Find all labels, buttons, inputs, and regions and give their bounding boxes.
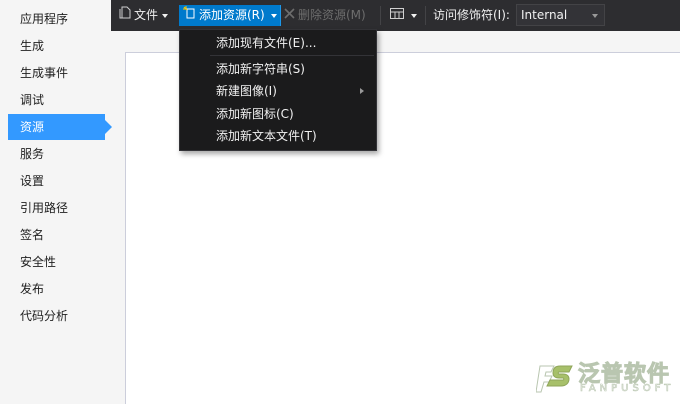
add-resource-label: 添加资源(R) (199, 8, 265, 22)
chevron-down-icon (271, 13, 277, 18)
remove-resource-button[interactable]: 删除资源(M) (284, 5, 366, 26)
access-modifier-value: Internal (521, 8, 568, 22)
menu-separator (210, 55, 374, 56)
sidebar-item-services[interactable]: 服务 (8, 141, 105, 167)
file-category-button[interactable]: 文件 (119, 5, 169, 26)
menu-item-add-existing-file[interactable]: 添加现有文件(E)... (180, 32, 376, 54)
file-category-label: 文件 (134, 8, 159, 22)
menu-item-add-new-string[interactable]: 添加新字符串(S) (180, 58, 376, 80)
add-resource-icon (183, 5, 196, 26)
grid-view-icon (390, 5, 404, 26)
sidebar-item-security[interactable]: 安全性 (8, 249, 105, 275)
sidebar-item-application[interactable]: 应用程序 (8, 6, 105, 32)
watermark: 泛普软件 FANPUSOFT (536, 356, 676, 400)
view-mode-button[interactable] (390, 5, 422, 26)
fs-logo-icon (536, 365, 573, 393)
sidebar-item-build[interactable]: 生成 (8, 33, 105, 59)
toolbar-separator (425, 6, 426, 25)
resource-toolbar: 文件 添加资源(R) 删除资源(M) 访问修饰符(I): Internal (111, 0, 680, 31)
sidebar-item-resources[interactable]: 资源 (8, 114, 112, 140)
menu-item-new-image[interactable]: 新建图像(I) (180, 80, 376, 102)
access-modifier-label: 访问修饰符(I): (433, 8, 510, 22)
chevron-down-icon (162, 13, 169, 18)
menu-item-add-new-text-file[interactable]: 添加新文本文件(T) (180, 125, 376, 147)
add-resource-menu: 添加现有文件(E)... 添加新字符串(S) 新建图像(I) 添加新图标(C) … (179, 29, 377, 151)
toolbar-separator (380, 6, 381, 25)
sidebar-item-signing[interactable]: 签名 (8, 222, 105, 248)
sidebar-item-settings[interactable]: 设置 (8, 168, 105, 194)
sidebar-nav: 应用程序 生成 生成事件 调试 资源 服务 设置 引用路径 签名 安全性 发布 … (0, 0, 112, 404)
sidebar-item-build-events[interactable]: 生成事件 (8, 60, 105, 86)
add-resource-dropdown[interactable] (269, 5, 281, 26)
remove-resource-label: 删除资源(M) (298, 8, 366, 22)
delete-x-icon (284, 5, 295, 26)
sidebar-item-debug[interactable]: 调试 (8, 87, 105, 113)
file-icon (119, 5, 131, 26)
sidebar-item-reference-paths[interactable]: 引用路径 (8, 195, 105, 221)
watermark-subtext: FANPUSOFT (580, 383, 675, 395)
menu-item-add-new-icon[interactable]: 添加新图标(C) (180, 103, 376, 125)
chevron-down-icon (592, 14, 598, 18)
sidebar-item-publish[interactable]: 发布 (8, 276, 105, 302)
sidebar-item-code-analysis[interactable]: 代码分析 (8, 303, 105, 329)
chevron-right-icon (360, 88, 364, 94)
add-resource-button[interactable]: 添加资源(R) (179, 5, 281, 26)
access-modifier-select[interactable]: Internal (516, 4, 605, 26)
chevron-down-icon (411, 13, 417, 18)
menu-item-new-image-label: 新建图像(I) (216, 84, 277, 98)
